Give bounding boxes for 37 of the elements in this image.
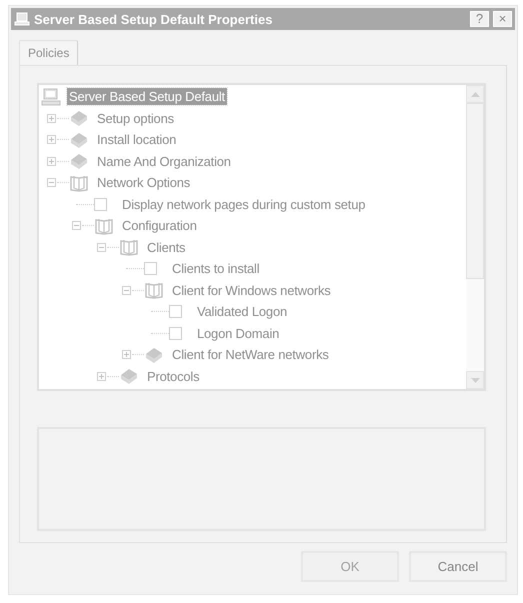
scrollbar[interactable] (466, 85, 484, 389)
help-button[interactable]: ? (470, 11, 489, 27)
tree-item[interactable]: Network Options (95, 174, 192, 192)
tree-item[interactable]: Validated Logon (195, 303, 290, 320)
tree-item[interactable]: Configuration (120, 217, 199, 234)
tree-item[interactable]: Logon Domain (195, 324, 282, 342)
expander-icon[interactable] (47, 114, 56, 123)
expander-icon[interactable] (97, 372, 106, 381)
close-button[interactable]: × (493, 11, 512, 27)
window-title: Server Based Setup Default Properties (34, 12, 274, 26)
expander-icon[interactable] (72, 221, 81, 230)
expander-icon[interactable] (97, 242, 106, 252)
expander-icon[interactable] (122, 286, 131, 295)
tree-item[interactable]: Display network pages during custom setup (120, 196, 368, 213)
tree-item[interactable]: Protocols (145, 368, 202, 385)
computer-icon (14, 11, 30, 27)
checkbox[interactable] (144, 262, 157, 276)
tree-item[interactable]: Setup options (95, 110, 176, 127)
computer-icon (41, 86, 61, 107)
cancel-button[interactable]: Cancel (409, 551, 507, 582)
scroll-up-icon[interactable] (466, 85, 484, 103)
tab[interactable]: Policies (19, 40, 78, 65)
expander-icon[interactable] (47, 178, 56, 188)
checkbox[interactable] (169, 326, 182, 340)
expander-icon[interactable] (47, 156, 56, 166)
tree-item[interactable]: Name And Organization (95, 152, 233, 170)
tree-item[interactable]: Client for Windows networks (170, 282, 333, 299)
expander-icon[interactable] (122, 350, 131, 360)
tree-item[interactable]: Client for NetWare networks (170, 346, 331, 364)
checkbox[interactable] (94, 198, 107, 211)
expander-icon[interactable] (47, 135, 56, 144)
checkbox[interactable] (169, 305, 182, 318)
tree-item[interactable]: Install location (95, 131, 178, 148)
tree-item[interactable]: Clients (145, 238, 188, 256)
scroll-down-icon[interactable] (466, 371, 484, 389)
tree-item[interactable]: Clients to install (170, 260, 262, 278)
tree-item[interactable]: Server Based Setup Default (67, 88, 227, 106)
